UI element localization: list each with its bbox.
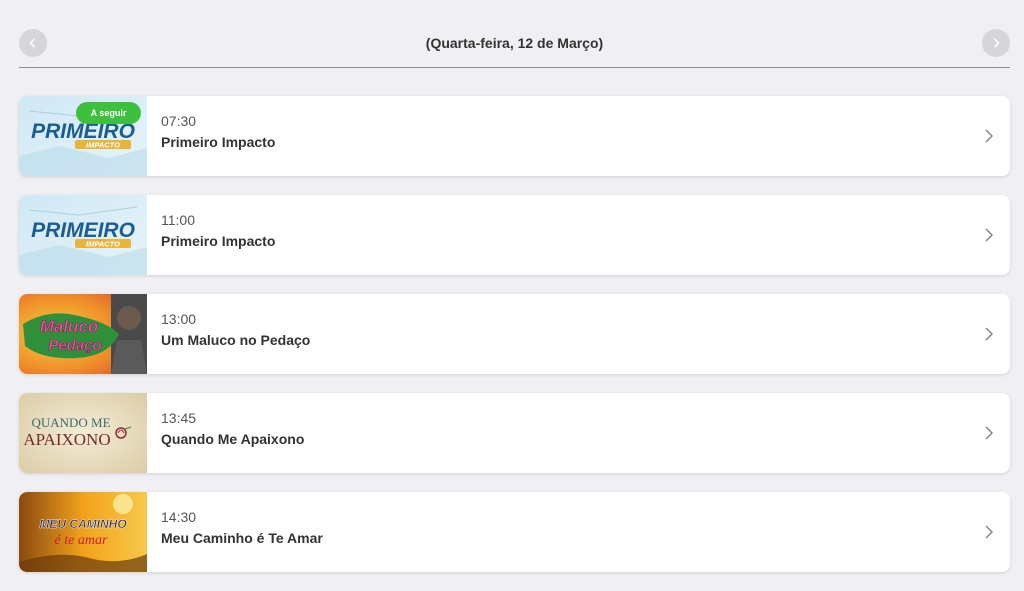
program-title: Primeiro Impacto — [161, 134, 276, 150]
date-title: (Quarta-feira, 12 de Março) — [425, 35, 604, 51]
program-list: PRIMEIRO IMPACTO A seguir 07:30 Primeiro… — [19, 96, 1010, 591]
svg-text:MEU CAMINHO: MEU CAMINHO — [39, 517, 127, 531]
program-time: 07:30 — [161, 113, 197, 129]
program-thumbnail: MEU CAMINHO é te amar — [19, 492, 147, 572]
program-thumbnail: QUANDO ME APAIXONO — [19, 393, 147, 473]
svg-text:QUANDO ME: QUANDO ME — [31, 415, 110, 430]
program-card[interactable]: MEU CAMINHO é te amar 14:30 Meu Caminho … — [19, 492, 1010, 572]
chevron-right-icon — [985, 228, 994, 242]
chevron-right-icon — [993, 38, 1000, 48]
svg-text:Maluco: Maluco — [40, 317, 99, 336]
program-title: Primeiro Impacto — [161, 233, 276, 249]
program-title: Um Maluco no Pedaço — [161, 332, 311, 348]
chevron-right-icon — [985, 525, 994, 539]
program-title: Quando Me Apaixono — [161, 431, 305, 447]
program-thumbnail: Maluco Pedaço — [19, 294, 147, 374]
program-card[interactable]: Maluco Pedaço 13:00 Um Maluco no Pedaço — [19, 294, 1010, 374]
next-up-badge: A seguir — [76, 102, 141, 124]
program-card[interactable]: PRIMEIRO IMPACTO A seguir 07:30 Primeiro… — [19, 96, 1010, 176]
svg-text:Pedaço: Pedaço — [48, 337, 101, 354]
svg-text:APAIXONO: APAIXONO — [23, 430, 110, 449]
program-time: 13:45 — [161, 410, 197, 426]
svg-text:IMPACTO: IMPACTO — [86, 240, 120, 249]
svg-text:é te amar: é te amar — [55, 533, 108, 548]
next-day-button[interactable] — [982, 29, 1010, 57]
chevron-right-icon — [985, 327, 994, 341]
chevron-right-icon — [985, 129, 994, 143]
program-time: 13:00 — [161, 311, 197, 327]
chevron-right-icon — [985, 426, 994, 440]
program-card[interactable]: PRIMEIRO IMPACTO 11:00 Primeiro Impacto — [19, 195, 1010, 275]
program-time: 14:30 — [161, 509, 197, 525]
program-title: Meu Caminho é Te Amar — [161, 530, 323, 546]
program-thumbnail: PRIMEIRO IMPACTO — [19, 195, 147, 275]
program-card[interactable]: QUANDO ME APAIXONO 13:45 Quando Me Apaix… — [19, 393, 1010, 473]
date-header: (Quarta-feira, 12 de Março) — [19, 28, 1010, 68]
svg-text:IMPACTO: IMPACTO — [86, 141, 120, 150]
program-time: 11:00 — [161, 212, 195, 228]
program-thumbnail: PRIMEIRO IMPACTO A seguir — [19, 96, 147, 176]
